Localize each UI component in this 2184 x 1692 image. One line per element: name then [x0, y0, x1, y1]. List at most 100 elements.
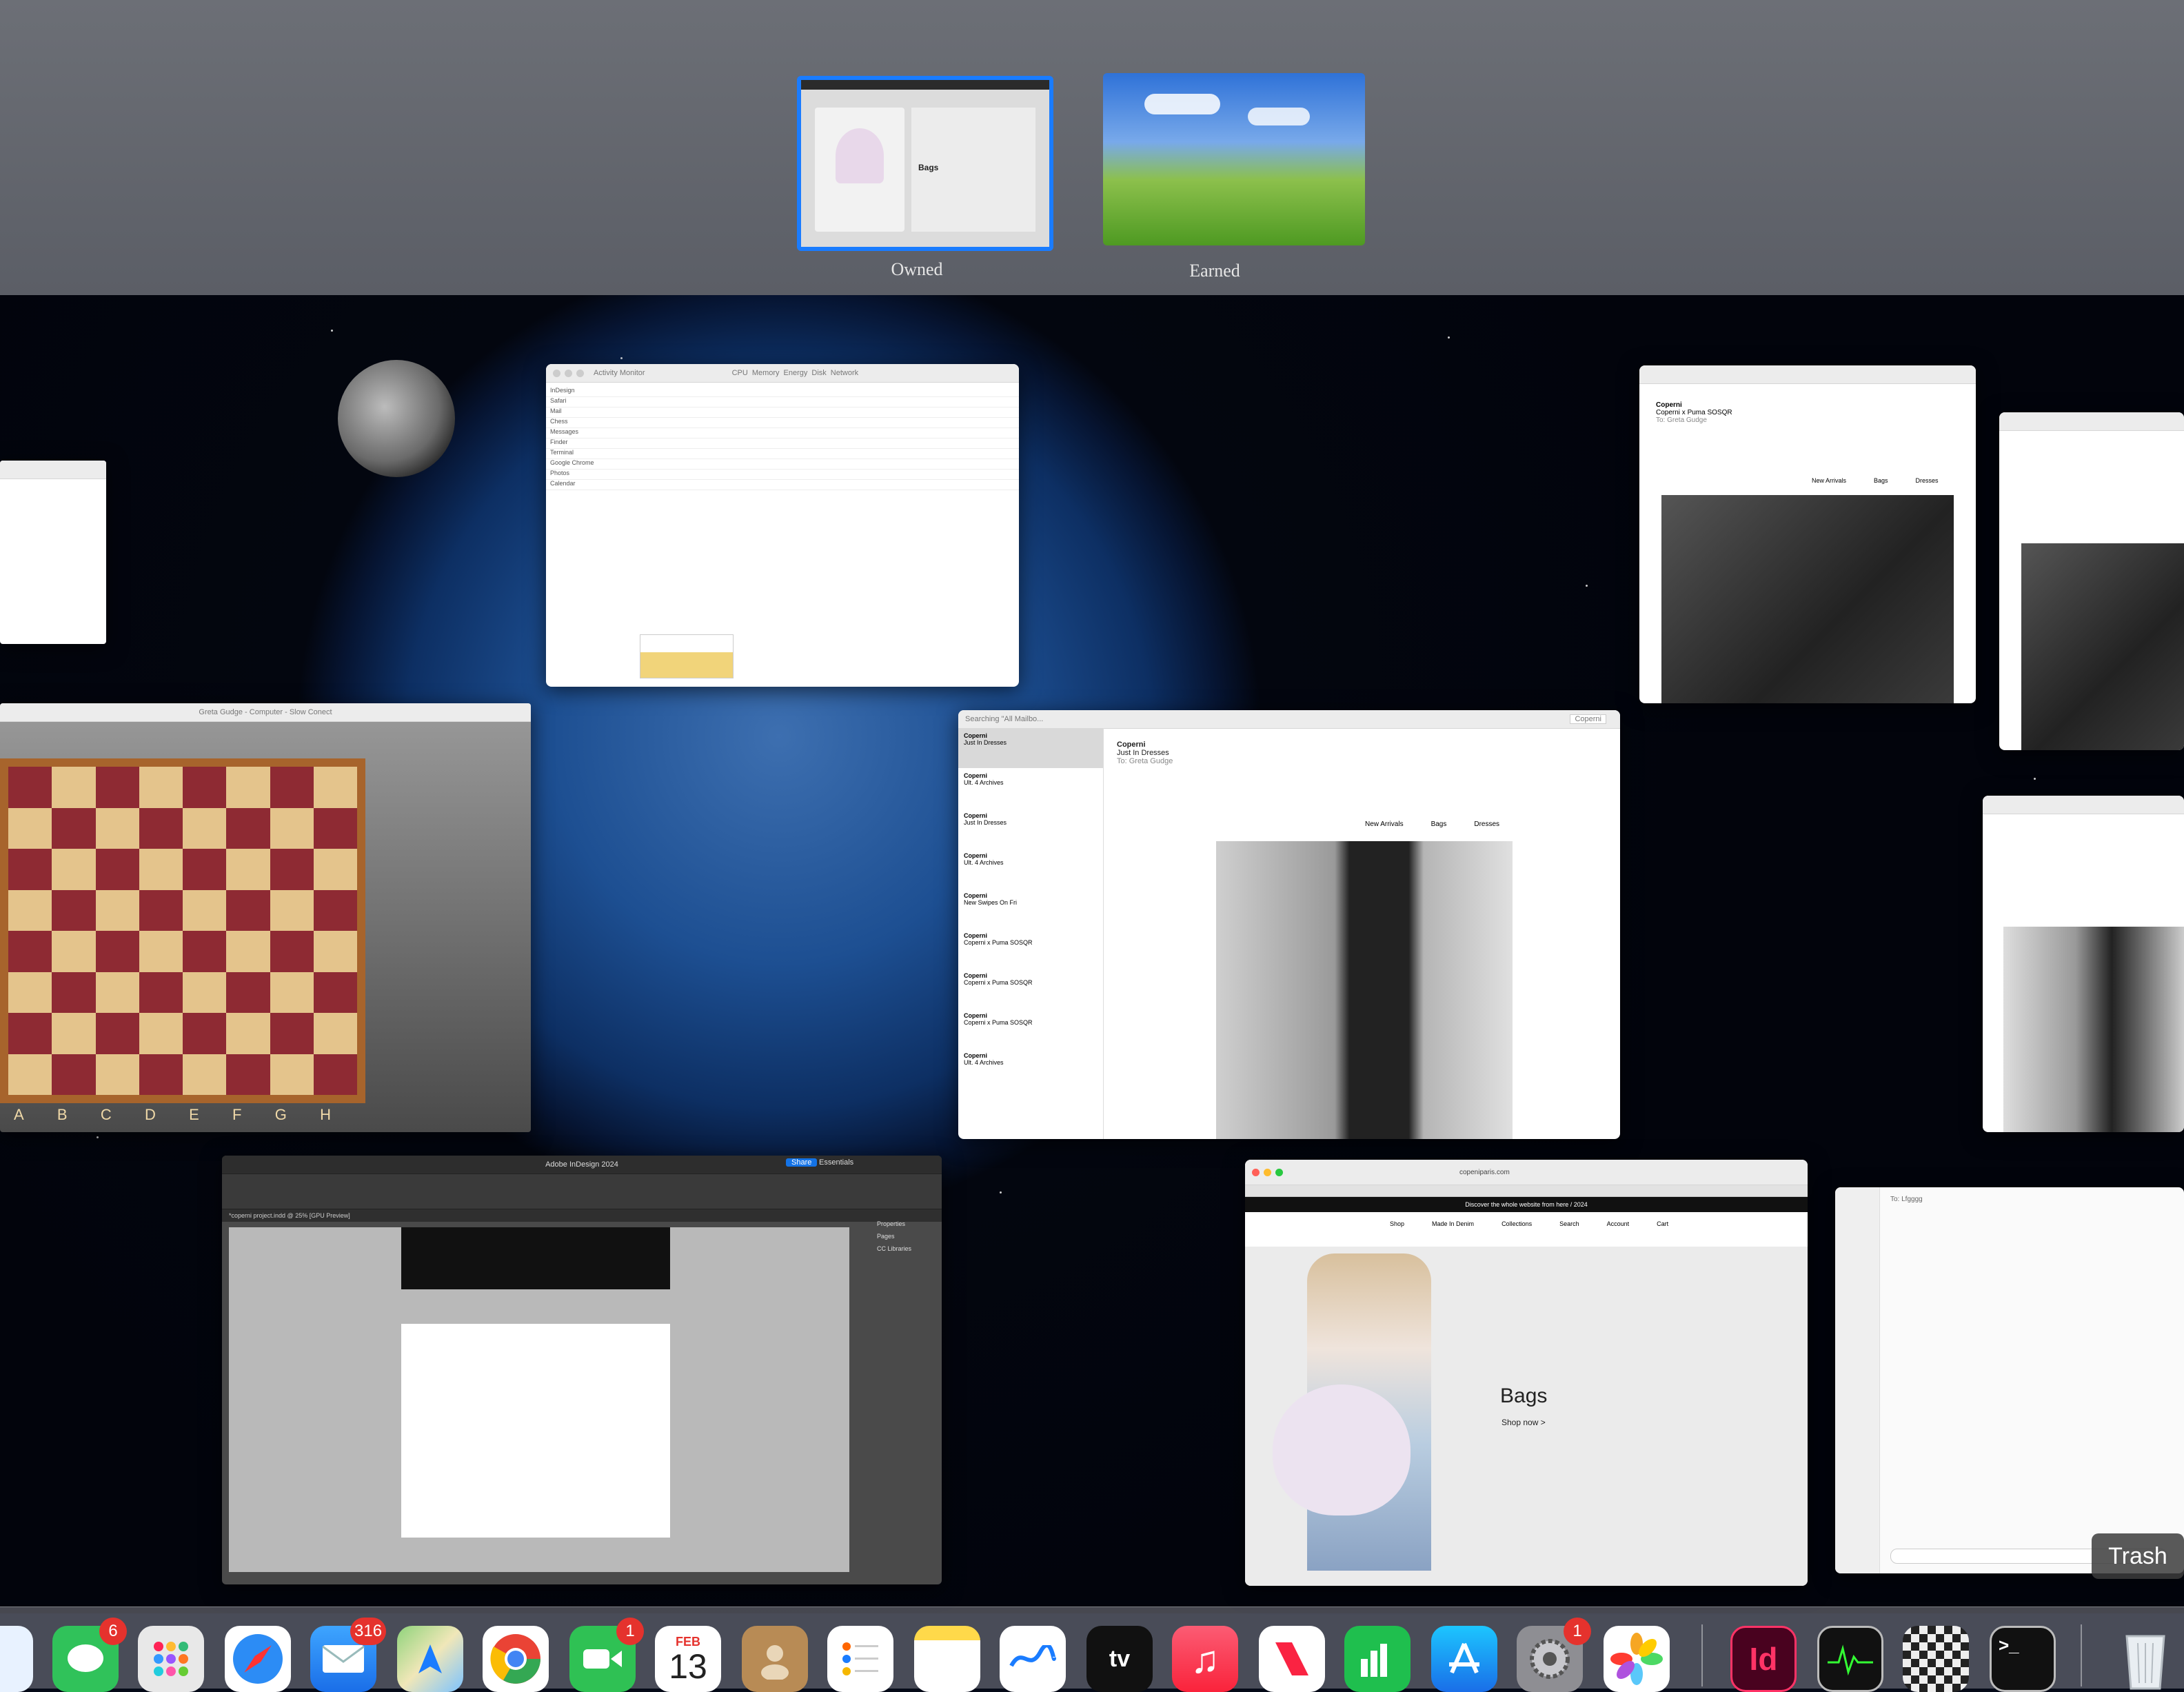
file-label: E [189, 1106, 199, 1123]
photos-icon[interactable] [1604, 1626, 1670, 1692]
table-row[interactable]: Mail [546, 407, 1019, 418]
list-item-subject: Ult. 4 Archives [964, 859, 1004, 866]
message-subject: Just In Dresses [1117, 749, 1169, 757]
window-mail-main[interactable]: Searching "All Mailbo... Coperni Coperni… [958, 710, 1620, 1139]
nav-collections[interactable]: Collections [1502, 1220, 1532, 1227]
launchpad-icon[interactable] [138, 1626, 204, 1692]
indesign-icon[interactable]: Id [1730, 1626, 1797, 1692]
email-nav: New Arrivals Bags Dresses [1365, 820, 1499, 828]
list-item[interactable]: Coperni Just In Dresses [958, 808, 1103, 848]
activity-monitor-icon[interactable] [1817, 1626, 1883, 1692]
notes-icon[interactable] [914, 1626, 980, 1692]
table-row[interactable]: Messages [546, 428, 1019, 439]
workspace-dropdown[interactable]: Essentials [819, 1158, 853, 1167]
list-item[interactable]: Coperni Ult. 4 Archives [958, 1048, 1103, 1088]
nav-dresses[interactable]: Dresses [1474, 820, 1499, 828]
chess-board[interactable] [0, 758, 365, 1103]
list-item-sender: Coperni [964, 1052, 988, 1059]
desktop-thumbnail-earned[interactable] [1103, 73, 1365, 245]
safari-icon[interactable] [225, 1626, 291, 1692]
table-row[interactable]: Chess [546, 418, 1019, 428]
nav-cart[interactable]: Cart [1657, 1220, 1668, 1227]
email-hero-image [2021, 543, 2184, 750]
process-table: InDesign Safari Mail Chess Messages Find… [546, 383, 1019, 490]
window-activity-monitor[interactable]: Activity Monitor CPU Memory Energy Disk … [546, 364, 1019, 687]
tab-energy[interactable]: Energy [784, 369, 808, 377]
tab-network[interactable]: Network [831, 369, 858, 377]
table-row[interactable]: Finder [546, 439, 1019, 449]
list-item[interactable]: Coperni Ult. 4 Archives [958, 848, 1103, 888]
mail-badge: 316 [350, 1618, 387, 1645]
facetime-badge: 1 [616, 1618, 644, 1645]
recipient-field[interactable]: To: Lfgggg [1890, 1196, 1923, 1203]
panels-dock: Properties Pages CC Libraries [877, 1218, 911, 1255]
memory-pressure-graph [640, 634, 734, 678]
nav-search[interactable]: Search [1559, 1220, 1579, 1227]
mail-search-field[interactable]: Coperni [1570, 714, 1606, 724]
table-row[interactable]: Calendar [546, 480, 1019, 490]
list-item[interactable]: Coperni Coperni x Puma SOSQR [958, 1008, 1103, 1048]
reminders-icon[interactable] [827, 1626, 893, 1692]
nav-new-arrivals[interactable]: New Arrivals [1365, 820, 1404, 828]
address-bar[interactable]: copeniparis.com [1459, 1169, 1510, 1176]
table-row[interactable]: Photos [546, 470, 1019, 480]
contacts-icon[interactable] [742, 1626, 808, 1692]
numbers-icon[interactable] [1344, 1626, 1410, 1692]
app-store-icon[interactable] [1431, 1626, 1497, 1692]
nav-new-arrivals[interactable]: New Arrivals [1812, 477, 1846, 484]
list-item[interactable]: Coperni Coperni x Puma SOSQR [958, 928, 1103, 968]
mailbox-title: Searching "All Mailbo... [965, 715, 1044, 723]
list-item-subject: Ult. 4 Archives [964, 1059, 1004, 1066]
email-hero-image [2003, 927, 2184, 1132]
table-row[interactable]: Safari [546, 397, 1019, 407]
window-mail-right-1[interactable]: Coperni Coperni x Puma SOSQR To: Greta G… [1639, 365, 1976, 703]
window-mail-right-3[interactable] [1983, 796, 2184, 1132]
list-item[interactable]: Coperni Just In Dresses [958, 728, 1103, 768]
trash-icon[interactable] [2112, 1626, 2178, 1692]
maps-icon[interactable] [397, 1626, 463, 1692]
window-chess[interactable]: Greta Gudge - Computer - Slow Conect A B… [0, 703, 531, 1132]
list-item[interactable]: Coperni Coperni x Puma SOSQR [958, 968, 1103, 1008]
freeform-icon[interactable] [1000, 1626, 1066, 1692]
list-item[interactable]: Coperni New Swipes On Fri [958, 888, 1103, 928]
nav-bags[interactable]: Bags [1874, 477, 1888, 484]
table-row[interactable]: Google Chrome [546, 459, 1019, 470]
chess-icon[interactable] [1903, 1626, 1969, 1692]
document-tab[interactable]: *coperni project.indd @ 25% [GPU Preview… [222, 1209, 942, 1222]
nav-bags[interactable]: Bags [1431, 820, 1447, 828]
panel-properties[interactable]: Properties [877, 1218, 911, 1230]
hero-cta[interactable]: Shop now > [1502, 1418, 1546, 1427]
list-item[interactable]: Coperni Ult. 4 Archives [958, 768, 1103, 808]
desktop-label-earned: Earned [1189, 261, 1240, 281]
nav-dresses[interactable]: Dresses [1916, 477, 1939, 484]
list-item-subject: Coperni x Puma SOSQR [964, 1019, 1033, 1026]
list-item-sender: Coperni [964, 932, 988, 939]
tab-disk[interactable]: Disk [811, 369, 826, 377]
apple-tv-icon[interactable]: tv [1086, 1626, 1153, 1692]
news-icon[interactable] [1259, 1626, 1325, 1692]
music-icon[interactable]: ♫ [1172, 1626, 1238, 1692]
nav-account[interactable]: Account [1607, 1220, 1630, 1227]
panel-cc-libraries[interactable]: CC Libraries [877, 1242, 911, 1255]
table-row[interactable]: InDesign [546, 387, 1019, 397]
dock-separator [1701, 1624, 1703, 1686]
site-banner: Discover the whole website from here / 2… [1245, 1197, 1808, 1212]
window-indesign[interactable]: Adobe InDesign 2024 Share Essentials *co… [222, 1156, 942, 1584]
terminal-icon[interactable]: >_ [1990, 1626, 2056, 1692]
window-messages[interactable]: To: Lfgggg [1835, 1187, 2184, 1573]
nav-shop[interactable]: Shop [1390, 1220, 1404, 1227]
tab-cpu[interactable]: CPU [732, 369, 748, 377]
panel-pages[interactable]: Pages [877, 1230, 911, 1242]
table-row[interactable]: Terminal [546, 449, 1019, 459]
chrome-icon[interactable] [483, 1626, 549, 1692]
finder-icon[interactable] [0, 1626, 33, 1692]
apple-tv-label: tv [1109, 1645, 1131, 1672]
window-safari[interactable]: copeniparis.com Discover the whole websi… [1245, 1160, 1808, 1586]
window-mail-right-2[interactable] [1999, 412, 2184, 750]
tab-memory[interactable]: Memory [752, 369, 780, 377]
share-button[interactable]: Share [786, 1158, 818, 1167]
calendar-icon[interactable]: FEB 13 [655, 1626, 721, 1692]
nav-made-in-denim[interactable]: Made In Denim [1432, 1220, 1474, 1227]
window-partial-left[interactable] [0, 461, 106, 644]
desktop-thumbnail-owned[interactable]: Bags [797, 76, 1053, 251]
